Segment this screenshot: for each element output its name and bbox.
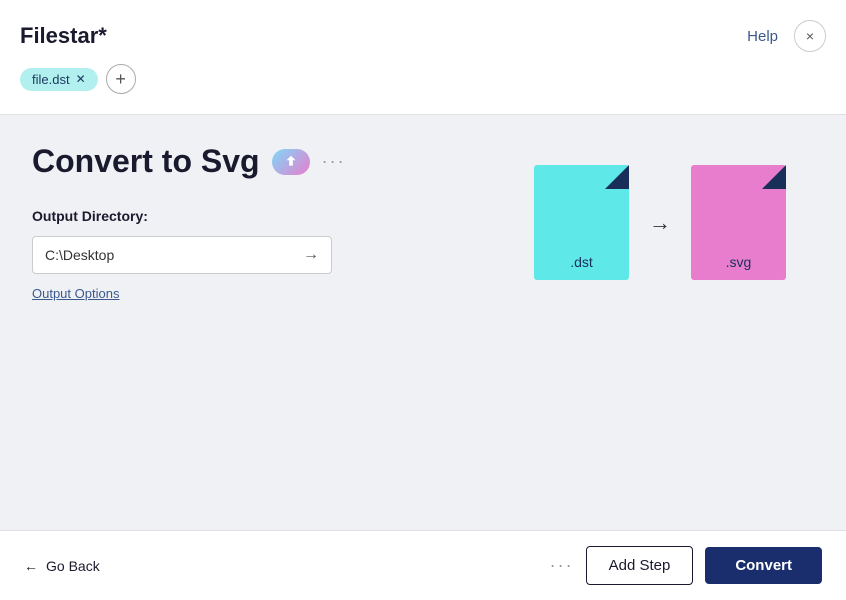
- directory-input[interactable]: [33, 237, 291, 273]
- output-options-link[interactable]: Output Options: [32, 286, 119, 301]
- output-directory-label: Output Directory:: [32, 208, 412, 224]
- footer-more-button[interactable]: ···: [550, 555, 574, 576]
- go-back-label: Go Back: [46, 558, 100, 574]
- go-back-arrow-icon: ←: [24, 558, 38, 574]
- tabs-row: file.dst ✕ +: [20, 64, 826, 94]
- app-title: Filestar*: [20, 23, 107, 49]
- add-step-button[interactable]: Add Step: [586, 546, 694, 585]
- target-file-icon: .svg: [691, 165, 786, 280]
- footer-right: ··· Add Step Convert: [550, 546, 822, 585]
- add-tab-button[interactable]: +: [106, 64, 136, 94]
- convert-button[interactable]: Convert: [705, 547, 822, 584]
- footer: ← Go Back ··· Add Step Convert: [0, 530, 846, 600]
- header: Filestar* Help × file.dst ✕ +: [0, 0, 846, 115]
- tab-chip-file-dst[interactable]: file.dst ✕: [20, 68, 98, 91]
- conversion-arrow: →: [649, 210, 671, 236]
- header-actions: Help ×: [747, 20, 826, 52]
- help-link[interactable]: Help: [747, 28, 778, 45]
- conversion-visual: .dst → .svg: [534, 165, 786, 280]
- upload-badge[interactable]: [272, 149, 310, 175]
- directory-navigate-button[interactable]: →: [291, 238, 331, 272]
- source-file-ext: .dst: [570, 254, 593, 270]
- app-title-text: Filestar: [20, 23, 98, 48]
- tab-chip-label: file.dst: [32, 72, 70, 87]
- form-section: Output Directory: → Output Options: [32, 208, 412, 301]
- app-title-star: *: [98, 23, 107, 48]
- source-file-corner: [605, 165, 629, 189]
- close-button[interactable]: ×: [794, 20, 826, 52]
- more-options-button[interactable]: ···: [322, 151, 346, 172]
- go-back-button[interactable]: ← Go Back: [24, 558, 100, 574]
- directory-row: →: [32, 236, 332, 274]
- header-top: Filestar* Help ×: [20, 20, 826, 52]
- source-file-icon: .dst: [534, 165, 629, 280]
- target-file-ext: .svg: [726, 254, 752, 270]
- upload-icon: [282, 153, 300, 171]
- tab-chip-close-icon[interactable]: ✕: [76, 73, 86, 85]
- target-file-corner: [762, 165, 786, 189]
- page-title: Convert to Svg: [32, 143, 260, 180]
- main-content: Convert to Svg ··· Output Directory: → O…: [0, 115, 846, 530]
